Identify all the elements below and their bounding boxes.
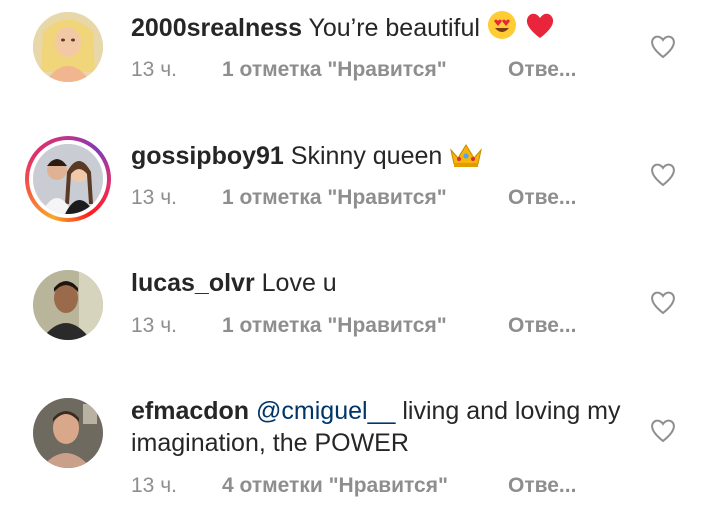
comment-meta: 13 ч. 4 отметки "Нравится" Отве... xyxy=(131,474,576,498)
comment-username[interactable]: gossipboy91 xyxy=(131,142,284,170)
reply-button[interactable]: Отве... xyxy=(508,474,576,498)
crown-emoji xyxy=(450,144,483,167)
comment-username[interactable]: 2000srealness xyxy=(131,14,302,42)
comment-text: 2000srealness You’re beautiful xyxy=(131,10,631,44)
comment-body: Love u xyxy=(261,269,337,297)
comment-time: 13 ч. xyxy=(131,314,177,337)
comment-body: Skinny queen xyxy=(290,142,443,170)
like-heart-icon[interactable] xyxy=(649,417,677,443)
comment-likes[interactable]: 4 отметки "Нравится" xyxy=(222,474,508,498)
comment-meta: 13 ч. 1 отметка "Нравится" Отве... xyxy=(131,314,576,338)
comment-text: efmacdon @cmiguel__ living and loving my… xyxy=(131,395,631,459)
reply-button[interactable]: Отве... xyxy=(508,186,576,210)
comment-meta: 13 ч. 1 отметка "Нравится" Отве... xyxy=(131,186,576,210)
avatar[interactable] xyxy=(33,12,103,82)
like-heart-icon[interactable] xyxy=(649,161,677,187)
avatar[interactable] xyxy=(33,398,103,468)
comment-likes[interactable]: 1 отметка "Нравится" xyxy=(222,186,508,210)
comment-mention-link[interactable]: @cmiguel__ xyxy=(256,397,395,425)
comment-likes[interactable]: 1 отметка "Нравится" xyxy=(222,58,508,82)
comment-time: 13 ч. xyxy=(131,474,177,497)
reply-button[interactable]: Отве... xyxy=(508,314,576,338)
red-heart-emoji xyxy=(526,13,553,38)
heart-eyes-emoji xyxy=(487,11,516,39)
comment-text: lucas_olvr Love u xyxy=(131,267,631,299)
avatar[interactable] xyxy=(33,144,103,214)
comment-username[interactable]: efmacdon xyxy=(131,397,249,425)
reply-button[interactable]: Отве... xyxy=(508,58,576,82)
like-heart-icon[interactable] xyxy=(649,33,677,59)
comment-username[interactable]: lucas_olvr xyxy=(131,269,255,297)
avatar[interactable] xyxy=(33,270,103,340)
like-heart-icon[interactable] xyxy=(649,289,677,315)
comment-text: gossipboy91 Skinny queen xyxy=(131,140,631,172)
comment-time: 13 ч. xyxy=(131,186,177,209)
comment-likes[interactable]: 1 отметка "Нравится" xyxy=(222,314,508,338)
comment-body: You’re beautiful xyxy=(308,14,480,42)
comment-time: 13 ч. xyxy=(131,58,177,81)
comment-meta: 13 ч. 1 отметка "Нравится" Отве... xyxy=(131,58,576,82)
